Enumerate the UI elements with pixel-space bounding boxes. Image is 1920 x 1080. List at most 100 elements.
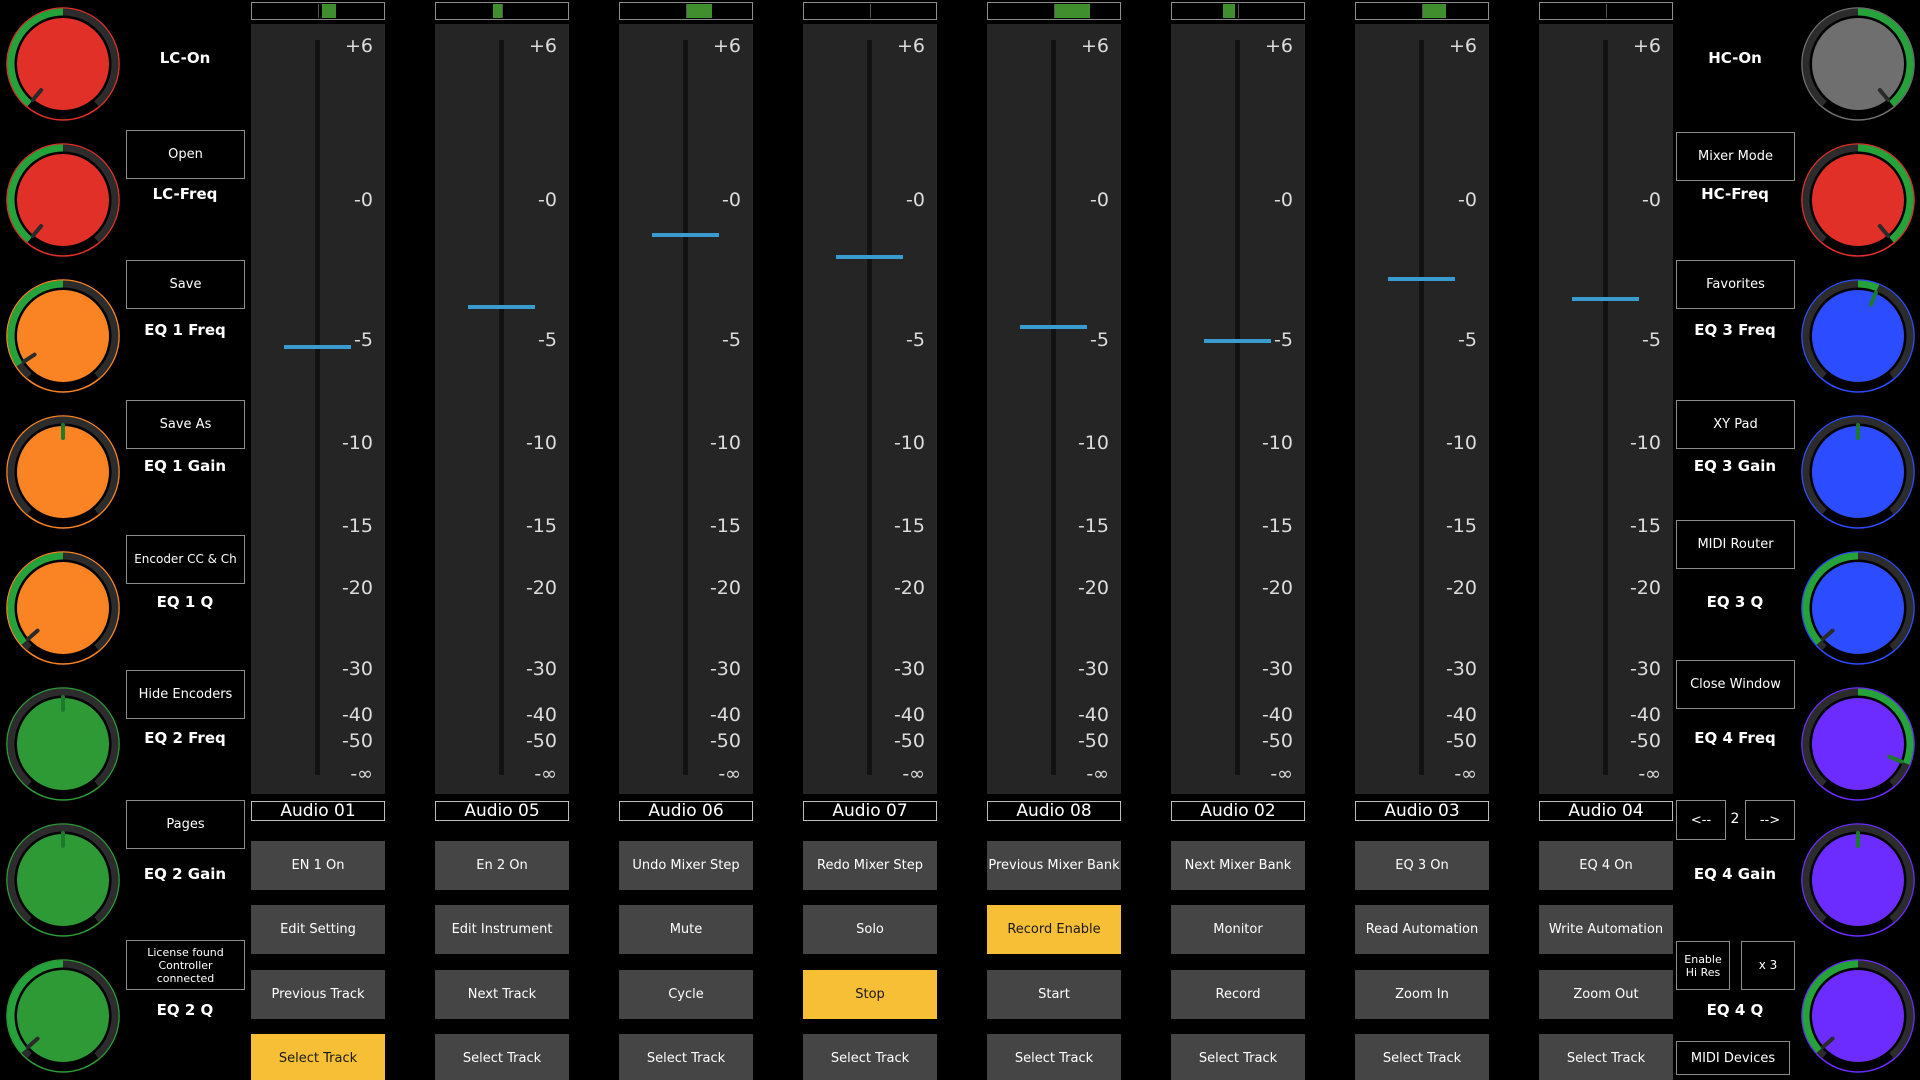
page-prev-button[interactable]: <-- <box>1676 800 1726 840</box>
button-favorites[interactable]: Favorites <box>1676 260 1795 309</box>
button-save[interactable]: Save <box>126 260 245 309</box>
button-redo-mixer-step[interactable]: Redo Mixer Step <box>803 841 937 890</box>
meter-center-tick <box>870 4 871 18</box>
scale-label: -20 <box>1629 577 1661 599</box>
button-read-automation[interactable]: Read Automation <box>1355 905 1489 954</box>
fader-panel[interactable]: +6 -0 -5 -10 -15 -20 -30 -40 -50 -∞ <box>1171 24 1305 794</box>
fader-handle[interactable] <box>1572 297 1639 301</box>
button-select-track[interactable]: Select Track <box>251 1034 385 1080</box>
button-open[interactable]: Open <box>126 130 245 179</box>
button-solo[interactable]: Solo <box>803 905 937 954</box>
fader-handle[interactable] <box>468 305 535 310</box>
scale-label: -20 <box>1261 577 1293 599</box>
fader-panel[interactable]: +6 -0 -5 -10 -15 -20 -30 -40 -50 -∞ <box>1539 24 1673 794</box>
button-pages[interactable]: Pages <box>126 800 245 849</box>
button-select-track[interactable]: Select Track <box>803 1034 937 1080</box>
button-hide-encoders[interactable]: Hide Encoders <box>126 670 245 719</box>
fader-handle[interactable] <box>1020 325 1087 329</box>
button-midi-router[interactable]: MIDI Router <box>1676 520 1795 569</box>
fader-panel[interactable]: +6 -0 -5 -10 -15 -20 -30 -40 -50 -∞ <box>803 24 937 794</box>
scale-label: -50 <box>1261 730 1293 752</box>
scale-label: -30 <box>525 658 557 680</box>
knob-hc-freq[interactable] <box>1800 142 1916 258</box>
channel-strip: +6 -0 -5 -10 -15 -20 -30 -40 -50 -∞ Audio 04 EQ 4 O… <box>1539 0 1673 1080</box>
button-mute[interactable]: Mute <box>619 905 753 954</box>
fader-panel[interactable]: +6 -0 -5 -10 -15 -20 -30 -40 -50 -∞ <box>251 24 385 794</box>
button-zoom-out[interactable]: Zoom Out <box>1539 970 1673 1019</box>
page-next-button[interactable]: --> <box>1745 800 1795 840</box>
fader-handle[interactable] <box>652 232 719 237</box>
button-undo-mixer-step[interactable]: Undo Mixer Step <box>619 841 753 890</box>
scale-label: -5 <box>1642 329 1661 351</box>
fader-panel[interactable]: +6 -0 -5 -10 -15 -20 -30 -40 -50 -∞ <box>435 24 569 794</box>
button-previous-track[interactable]: Previous Track <box>251 970 385 1019</box>
button-eq-4-on[interactable]: EQ 4 On <box>1539 841 1673 890</box>
knob-eq-2-q[interactable] <box>5 958 121 1074</box>
knob-eq-1-gain[interactable] <box>5 414 121 530</box>
button-previous-mixer-bank[interactable]: Previous Mixer Bank <box>987 841 1121 890</box>
knob-eq-3-freq[interactable] <box>1800 278 1916 394</box>
knob-eq-1-q[interactable] <box>5 550 121 666</box>
knob-eq-2-freq[interactable] <box>5 686 121 802</box>
fader-handle[interactable] <box>836 255 903 259</box>
button-next-track[interactable]: Next Track <box>435 970 569 1019</box>
button-write-automation[interactable]: Write Automation <box>1539 905 1673 954</box>
fader-panel[interactable]: +6 -0 -5 -10 -15 -20 -30 -40 -50 -∞ <box>987 24 1121 794</box>
enable-hi-res-button[interactable]: Enable Hi Res <box>1676 941 1730 990</box>
scale-label: -∞ <box>1638 763 1661 785</box>
scale-label: -5 <box>1274 329 1293 351</box>
button-select-track[interactable]: Select Track <box>1171 1034 1305 1080</box>
button-mixer-mode[interactable]: Mixer Mode <box>1676 132 1795 181</box>
fader-handle[interactable] <box>1388 277 1455 282</box>
knob-lc-freq[interactable] <box>5 142 121 258</box>
scale-label: -5 <box>722 329 741 351</box>
button-record[interactable]: Record <box>1171 970 1305 1019</box>
scale-label: +6 <box>1264 35 1293 57</box>
scale-label: -40 <box>1261 704 1293 726</box>
fader-panel[interactable]: +6 -0 -5 -10 -15 -20 -30 -40 -50 -∞ <box>1355 24 1489 794</box>
button-select-track[interactable]: Select Track <box>435 1034 569 1080</box>
fader-handle[interactable] <box>1204 339 1271 343</box>
knob-eq-2-gain[interactable] <box>5 822 121 938</box>
button-zoom-in[interactable]: Zoom In <box>1355 970 1489 1019</box>
button-monitor[interactable]: Monitor <box>1171 905 1305 954</box>
resolution-multiplier-button[interactable]: x 3 <box>1741 941 1795 990</box>
meter-level <box>1223 4 1236 18</box>
midi-devices-button[interactable]: MIDI Devices <box>1676 1041 1790 1075</box>
button-select-track[interactable]: Select Track <box>987 1034 1121 1080</box>
knob-eq-3-gain[interactable] <box>1800 414 1916 530</box>
button-edit-instrument[interactable]: Edit Instrument <box>435 905 569 954</box>
knob-hc-on[interactable] <box>1800 6 1916 122</box>
button-cycle[interactable]: Cycle <box>619 970 753 1019</box>
scale-label: -10 <box>1629 432 1661 454</box>
button-close-window[interactable]: Close Window <box>1676 660 1795 709</box>
knob-eq-4-q[interactable] <box>1800 958 1916 1074</box>
button-en-2-on[interactable]: En 2 On <box>435 841 569 890</box>
knob-eq-3-q[interactable] <box>1800 550 1916 666</box>
button-start[interactable]: Start <box>987 970 1121 1019</box>
scale-label: -30 <box>1629 658 1661 680</box>
button-next-mixer-bank[interactable]: Next Mixer Bank <box>1171 841 1305 890</box>
level-meter <box>619 2 753 20</box>
button-stop[interactable]: Stop <box>803 970 937 1019</box>
button-select-track[interactable]: Select Track <box>1355 1034 1489 1080</box>
knob-eq-1-freq[interactable] <box>5 278 121 394</box>
meter-level <box>1054 4 1090 18</box>
knob-eq-4-freq[interactable] <box>1800 686 1916 802</box>
button-encoder-cc-ch[interactable]: Encoder CC & Ch <box>126 535 245 584</box>
scale-label: +6 <box>1080 35 1109 57</box>
button-en-1-on[interactable]: EN 1 On <box>251 841 385 890</box>
fader-panel[interactable]: +6 -0 -5 -10 -15 -20 -30 -40 -50 -∞ <box>619 24 753 794</box>
button-eq-3-on[interactable]: EQ 3 On <box>1355 841 1489 890</box>
button-save-as[interactable]: Save As <box>126 400 245 449</box>
scale-label: -0 <box>354 189 373 211</box>
button-select-track[interactable]: Select Track <box>619 1034 753 1080</box>
knob-lc-on[interactable] <box>5 6 121 122</box>
fader-handle[interactable] <box>284 345 351 350</box>
button-select-track[interactable]: Select Track <box>1539 1034 1673 1080</box>
button-xy-pad[interactable]: XY Pad <box>1676 400 1795 449</box>
knob-eq-4-gain[interactable] <box>1800 822 1916 938</box>
button-record-enable[interactable]: Record Enable <box>987 905 1121 954</box>
scale-label: -5 <box>906 329 925 351</box>
button-edit-setting[interactable]: Edit Setting <box>251 905 385 954</box>
